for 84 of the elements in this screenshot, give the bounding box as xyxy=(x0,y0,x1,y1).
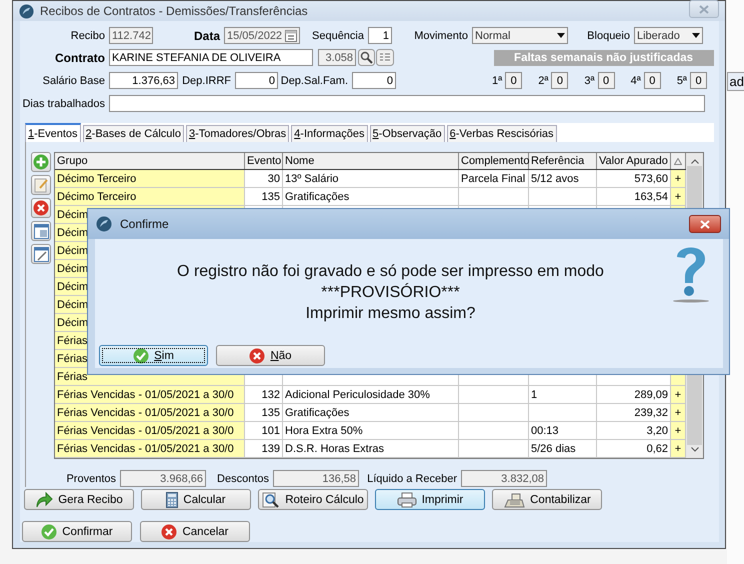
section-header: Faltas semanais não justificadas xyxy=(494,50,714,66)
group-cell: Férias Vencidas - 01/05/2021 a 30/0 xyxy=(55,386,245,403)
sequence-field[interactable]: 1 xyxy=(368,27,392,44)
tab[interactable]: 4-Informações xyxy=(291,125,368,142)
column-header[interactable]: Nome xyxy=(283,153,459,169)
total-field: 3.968,66 xyxy=(120,470,206,487)
plus-cell[interactable]: + xyxy=(671,188,686,205)
column-header[interactable]: Valor Apurado xyxy=(597,153,671,169)
group-cell: Férias Vencidas - 01/05/2021 a 30/0 xyxy=(55,440,245,457)
column-header[interactable]: Complemento xyxy=(459,153,529,169)
plus-cell[interactable]: + xyxy=(671,440,686,457)
complement-cell: Parcela Final xyxy=(459,170,529,187)
plus-cell[interactable]: + xyxy=(671,404,686,421)
dependents-field[interactable]: 0 xyxy=(352,72,396,89)
field-label: Dias trabalhados xyxy=(21,98,106,110)
total-label: Proventos xyxy=(65,472,117,484)
column-header[interactable]: Evento xyxy=(245,153,283,169)
tab[interactable]: 5-Observação xyxy=(370,125,445,142)
receipt-field[interactable]: 112.742 xyxy=(109,27,153,44)
reference-cell: 5/26 dias xyxy=(529,440,597,457)
total-field: 136,58 xyxy=(273,470,359,487)
group-cell: Férias Vencidas - 01/05/2021 a 30/0 xyxy=(55,404,245,421)
week-field[interactable]: 0 xyxy=(551,72,568,89)
confirm-button[interactable]: Confirmar xyxy=(22,521,132,542)
name-cell: 13º Salário xyxy=(283,170,459,187)
field-label: Dep.Sal.Fam. xyxy=(280,74,349,86)
plus-cell[interactable]: + xyxy=(671,422,686,439)
tab[interactable]: 2-Bases de Cálculo xyxy=(82,125,184,142)
week-label: 4ª xyxy=(630,74,641,86)
week-field[interactable]: 0 xyxy=(690,72,708,89)
week-label: 5ª xyxy=(676,74,688,86)
group-cell: Décimo Terceiro xyxy=(55,170,245,187)
week-field[interactable]: 0 xyxy=(598,72,615,89)
field-label: Data xyxy=(192,28,222,42)
plus-cell[interactable]: + xyxy=(671,170,686,187)
movement-select[interactable]: Normal xyxy=(472,27,568,44)
tab[interactable]: 1-Eventos xyxy=(25,123,81,142)
name-cell: Hora Extra 50% xyxy=(283,422,459,439)
week-label: 2ª xyxy=(538,74,548,86)
week-label: 3ª xyxy=(584,74,595,86)
tab[interactable]: 3-Tomadores/Obras xyxy=(186,125,290,142)
field-label: Sequência xyxy=(311,30,365,42)
contract-field[interactable]: KARINE STEFANIA DE OLIVEIRA xyxy=(109,49,313,66)
action-button[interactable]: Calcular xyxy=(141,489,251,510)
yes-button[interactable]: Sim xyxy=(99,345,208,366)
action-button[interactable]: Contabilizar xyxy=(492,489,602,510)
column-header[interactable]: Grupo xyxy=(55,153,245,169)
field-label: Contrato xyxy=(54,50,106,64)
total-label: Líquido a Receber xyxy=(366,472,458,484)
dependents-field[interactable]: 0 xyxy=(235,72,278,89)
cancel-button[interactable]: Cancelar xyxy=(140,521,250,542)
lock-select[interactable]: Liberado xyxy=(634,27,703,44)
field-label: Recibo xyxy=(70,30,106,42)
action-button[interactable]: Gera Recibo xyxy=(24,489,134,510)
base-salary-field[interactable]: 1.376,63 xyxy=(109,72,178,89)
dialog-message: Imprimir mesmo assim? xyxy=(306,304,476,324)
group-cell: Férias Vencidas - 01/05/2021 a 30/0 xyxy=(55,422,245,439)
action-button[interactable]: Roteiro Cálculo xyxy=(258,489,368,510)
name-cell: Gratificações xyxy=(283,188,459,205)
tab[interactable]: 6-Verbas Rescisórias xyxy=(446,125,557,142)
name-cell: Adicional Periculosidade 30% xyxy=(283,386,459,403)
week-label: 1ª xyxy=(492,74,502,86)
reference-cell: 00:13 xyxy=(529,422,597,439)
column-header[interactable]: Referência xyxy=(529,153,597,169)
group-cell: Décimo Terceiro xyxy=(55,188,245,205)
dialog-message: ***PROVISÓRIO*** xyxy=(321,282,460,303)
total-label: Descontos xyxy=(216,472,270,484)
date-field[interactable]: 15/05/2022 xyxy=(224,27,300,44)
field-label: Dep.IRRF xyxy=(181,74,232,86)
reference-cell: 5/12 avos xyxy=(529,170,597,187)
contract-code-field: 3.058 xyxy=(318,49,356,66)
week-field[interactable]: 0 xyxy=(644,72,661,89)
name-cell: Gratificações xyxy=(283,404,459,421)
no-button[interactable]: Não xyxy=(216,345,325,366)
field-label: Movimento xyxy=(413,30,469,42)
week-field[interactable]: 0 xyxy=(505,72,522,89)
action-button[interactable]: Imprimir xyxy=(375,489,485,510)
total-field: 3.832,08 xyxy=(461,470,547,487)
name-cell: D.S.R. Horas Extras xyxy=(283,440,459,457)
field-label: Bloqueio xyxy=(586,30,631,42)
reference-cell: 1 xyxy=(529,386,597,403)
field-label: Salário Base xyxy=(42,74,106,86)
plus-cell[interactable]: + xyxy=(671,386,686,403)
window-title: Recibos de Contratos - Demissões/Transferências xyxy=(40,4,309,18)
